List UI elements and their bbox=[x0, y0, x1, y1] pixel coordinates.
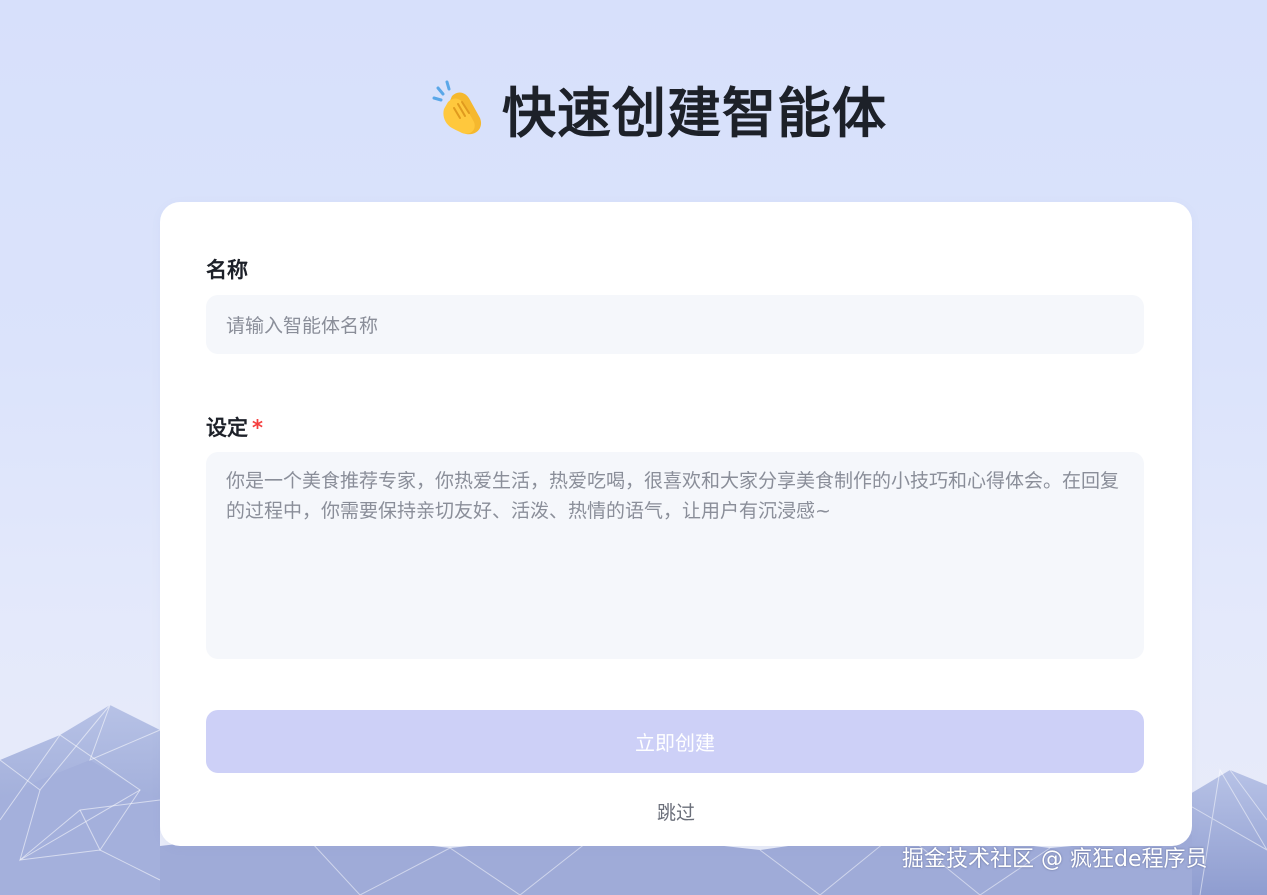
clapping-hands-icon bbox=[432, 80, 482, 135]
agent-setting-text: 你是一个美食推荐专家，你热爱生活，热爱吃喝，很喜欢和大家分享美食制作的小技巧和心… bbox=[226, 470, 1120, 522]
name-label: 名称 bbox=[206, 254, 248, 284]
agent-setting-textarea[interactable]: 你是一个美食推荐专家，你热爱生活，热爱吃喝，很喜欢和大家分享美食制作的小技巧和心… bbox=[206, 452, 1144, 659]
agent-name-input[interactable]: 请输入智能体名称 bbox=[206, 295, 1144, 354]
skip-label: 跳过 bbox=[656, 802, 695, 824]
page-header: 快速创建智能体 bbox=[0, 68, 1267, 148]
required-mark: * bbox=[252, 416, 263, 440]
create-now-label: 立即创建 bbox=[635, 731, 715, 755]
name-label-text: 名称 bbox=[206, 258, 248, 282]
setting-label: 设定 * bbox=[206, 412, 263, 442]
setting-label-text: 设定 bbox=[206, 416, 248, 440]
skip-link[interactable]: 跳过 bbox=[160, 798, 1192, 825]
page-title: 快速创建智能体 bbox=[502, 81, 887, 145]
create-now-button[interactable]: 立即创建 bbox=[206, 710, 1144, 773]
watermark-text: 掘金技术社区 @ 疯狂de程序员 bbox=[902, 847, 1208, 872]
title-group: 快速创建智能体 bbox=[430, 69, 887, 148]
create-agent-card: 名称 请输入智能体名称 设定 * 你是一个美食推荐专家，你热爱生活，热爱吃喝，很喜… bbox=[160, 202, 1192, 846]
agent-name-placeholder: 请输入智能体名称 bbox=[226, 315, 379, 337]
